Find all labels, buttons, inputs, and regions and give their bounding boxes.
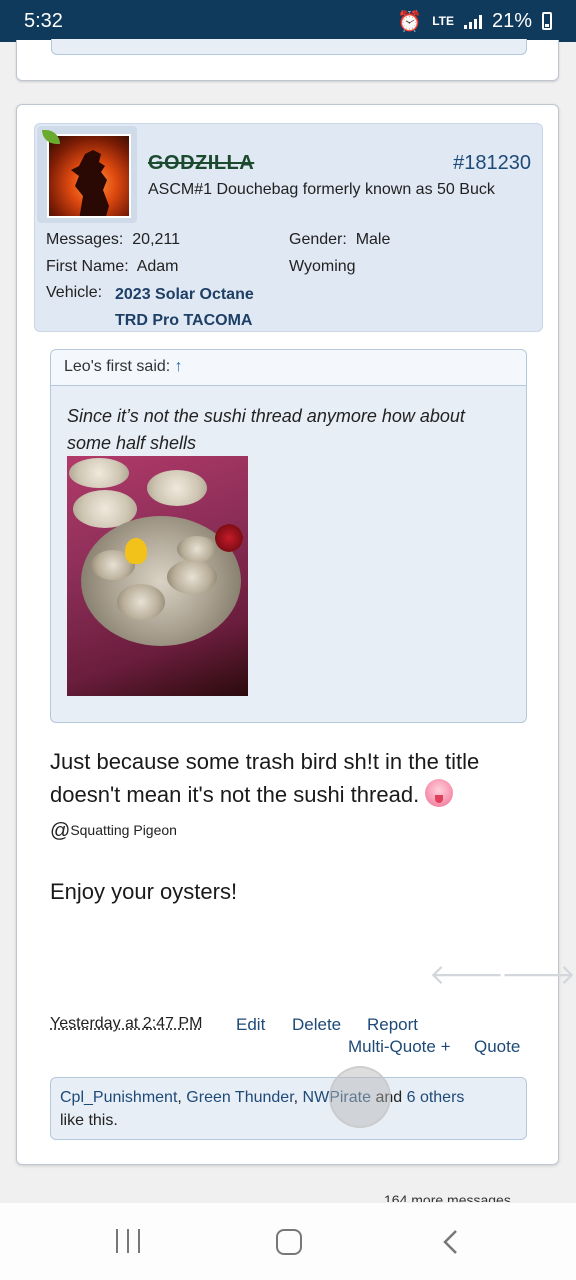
post-number-link[interactable]: #181230	[453, 152, 531, 175]
vehicle-value: 2023 Solar Octane TRD Pro TACOMA	[115, 286, 254, 329]
previous-post-likes-bar	[51, 39, 527, 55]
avatar[interactable]	[47, 134, 131, 218]
system-navigation-bar	[0, 1203, 576, 1280]
quote-block: Leo's first said: ↑ Since it’s not the s…	[50, 349, 527, 723]
godzilla-silhouette-icon	[71, 150, 109, 216]
quote-header: Leo's first said: ↑	[51, 350, 526, 386]
messages-stat: Messages: 20,211	[46, 231, 180, 249]
photo-lemon	[125, 538, 147, 564]
photo-sauce	[215, 524, 243, 552]
messages-label: Messages:	[46, 231, 124, 248]
likes-suffix: like this.	[60, 1112, 118, 1129]
jump-to-quote-icon[interactable]: ↑	[175, 358, 183, 375]
status-bar: 5:32 ⏰ LTE 21%	[0, 0, 576, 42]
home-icon[interactable]	[276, 1229, 302, 1255]
arrow-left-icon[interactable]: 🡐	[429, 957, 504, 991]
gender-stat: Gender: Male	[289, 231, 390, 249]
photo-oyster	[177, 536, 217, 562]
username[interactable]: GODZILLA	[148, 152, 254, 175]
recent-apps-icon[interactable]	[116, 1229, 140, 1253]
closing-text: Enjoy your oysters!	[50, 879, 238, 904]
quote-author: Leo's first said:	[64, 358, 171, 375]
touch-indicator	[329, 1066, 391, 1128]
likes-bar: Cpl_Punishment, Green Thunder, NWPirate …	[50, 1077, 527, 1140]
photo-plate	[69, 458, 129, 488]
post-body: Just because some trash bird sh!t in the…	[50, 745, 530, 811]
location-value: Wyoming	[289, 258, 356, 275]
vehicle-label: Vehicle:	[46, 284, 103, 301]
leaf-icon	[42, 130, 60, 144]
avatar-frame	[37, 126, 137, 223]
photo-oyster	[167, 560, 217, 594]
user-title: ASCM#1 Douchebag formerly known as 50 Bu…	[148, 181, 495, 198]
gender-value: Male	[355, 231, 391, 248]
gender-label: Gender:	[289, 231, 347, 248]
mention-name: Squatting Pigeon	[70, 822, 177, 838]
first-name-stat: First Name: Adam	[46, 258, 178, 276]
like-user-link[interactable]: Cpl_Punishment	[60, 1089, 177, 1106]
status-icons: ⏰ LTE 21%	[397, 9, 552, 34]
signal-icon	[463, 13, 482, 29]
status-time: 5:32	[24, 9, 63, 32]
post-timestamp[interactable]: Yesterday at 2:47 PM	[50, 1015, 202, 1033]
user-info-block: GODZILLA #181230 ASCM#1 Douchebag former…	[34, 123, 543, 332]
battery-percent: 21%	[491, 9, 532, 32]
likes-others-link[interactable]: 6 others	[407, 1089, 465, 1106]
photo-plate	[147, 470, 207, 506]
oyster-photo[interactable]	[67, 456, 248, 696]
report-button[interactable]: Report	[367, 1015, 418, 1035]
quote-text: Since it’s not the sushi thread anymore …	[67, 406, 465, 453]
back-icon[interactable]	[442, 1229, 458, 1255]
mention[interactable]: @Squatting Pigeon	[50, 820, 177, 843]
messages-value: 20,211	[132, 231, 181, 248]
arrow-right-icon[interactable]: 🡒	[501, 957, 576, 991]
more-messages-link[interactable]: 164 more messages	[384, 1192, 511, 1202]
tongue-face-emoji-icon	[425, 779, 454, 807]
delete-button[interactable]: Delete	[292, 1015, 341, 1035]
battery-icon	[542, 12, 552, 30]
photo-oyster	[117, 584, 165, 620]
lte-icon: LTE	[432, 13, 454, 28]
previous-post-card	[16, 39, 559, 81]
post-body-text: Just because some trash bird sh!t in the…	[50, 749, 480, 807]
post-nav-arrows: 🡐 🡒	[429, 957, 576, 990]
edit-button[interactable]: Edit	[236, 1015, 265, 1035]
alarm-icon: ⏰	[397, 10, 423, 33]
quote-button[interactable]: Quote	[474, 1037, 520, 1057]
multi-quote-button[interactable]: Multi-Quote +	[348, 1037, 451, 1057]
mention-at: @	[50, 820, 71, 842]
post-card: GODZILLA #181230 ASCM#1 Douchebag former…	[16, 104, 576, 1165]
like-user-link[interactable]: Green Thunder	[186, 1089, 293, 1106]
first-name-label: First Name:	[46, 258, 129, 275]
first-name-value: Adam	[136, 258, 179, 275]
